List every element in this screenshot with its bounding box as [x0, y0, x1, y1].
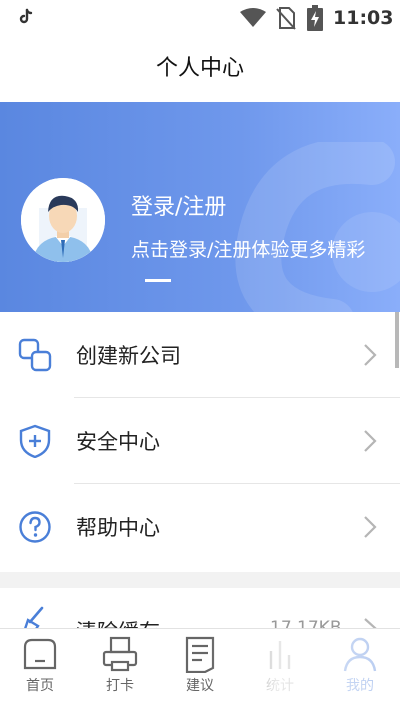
- tab-label: 建议: [186, 678, 214, 694]
- dash-divider: [145, 279, 171, 282]
- tab-home[interactable]: 首页: [0, 629, 80, 701]
- chart-icon: [269, 641, 291, 669]
- avatar[interactable]: [21, 178, 105, 262]
- tab-label: 打卡: [106, 678, 134, 694]
- status-time: 11:03: [333, 7, 394, 29]
- tab-statistics[interactable]: 统计: [240, 629, 320, 701]
- cache-size: 17.17KB: [270, 618, 342, 628]
- user-icon: [343, 637, 377, 672]
- menu-item-label: 帮助中心: [76, 516, 160, 540]
- status-bar: 11:03: [0, 0, 400, 36]
- menu-item-clear-cache[interactable]: 清除缓存 17.17KB: [0, 588, 400, 628]
- login-description: 点击登录/注册体验更多精彩: [131, 235, 381, 295]
- scrollbar[interactable]: [395, 312, 399, 368]
- create-company-icon: [18, 338, 52, 372]
- menu-item-label: 安全中心: [76, 430, 160, 454]
- tab-label: 我的: [346, 678, 374, 694]
- menu-item-help-center[interactable]: 帮助中心: [0, 484, 400, 570]
- page-title: 个人中心: [155, 56, 244, 81]
- title-bar: 个人中心: [0, 36, 400, 102]
- menu-item-label: 创建新公司: [76, 344, 181, 368]
- user-avatar-icon: [21, 178, 105, 262]
- chevron-right-icon: [364, 516, 377, 538]
- tab-label: 首页: [26, 678, 54, 694]
- wifi-icon: [240, 8, 266, 27]
- help-circle-icon: [19, 511, 51, 543]
- menu-item-security-center[interactable]: 安全中心: [0, 398, 400, 484]
- chevron-right-icon: [364, 618, 377, 628]
- login-description-text: 点击登录/注册体验更多精彩: [131, 239, 366, 261]
- home-icon: [23, 638, 57, 670]
- chevron-right-icon: [364, 430, 377, 452]
- menu-item-create-company[interactable]: 创建新公司: [0, 312, 400, 398]
- profile-banner[interactable]: 登录/注册 点击登录/注册体验更多精彩: [0, 102, 400, 312]
- printer-icon: [102, 636, 138, 672]
- login-register-link[interactable]: 登录/注册: [131, 189, 226, 221]
- document-icon: [185, 636, 215, 673]
- no-sim-icon: [276, 7, 296, 30]
- battery-charging-icon: [307, 5, 323, 31]
- tab-suggestion[interactable]: 建议: [160, 629, 240, 701]
- broom-icon: [24, 606, 44, 628]
- menu-item-label: 清除缓存: [76, 616, 160, 628]
- tiktok-icon: [19, 8, 33, 24]
- menu-list: 创建新公司 安全中心 帮助中心: [0, 312, 400, 572]
- tab-label: 统计: [266, 678, 294, 694]
- bottom-tab-bar: 首页 打卡 建议 统计 我的: [0, 628, 400, 701]
- tab-mine[interactable]: 我的: [320, 629, 400, 701]
- tab-checkin[interactable]: 打卡: [80, 629, 160, 701]
- chevron-right-icon: [364, 344, 377, 366]
- shield-plus-icon: [19, 424, 51, 458]
